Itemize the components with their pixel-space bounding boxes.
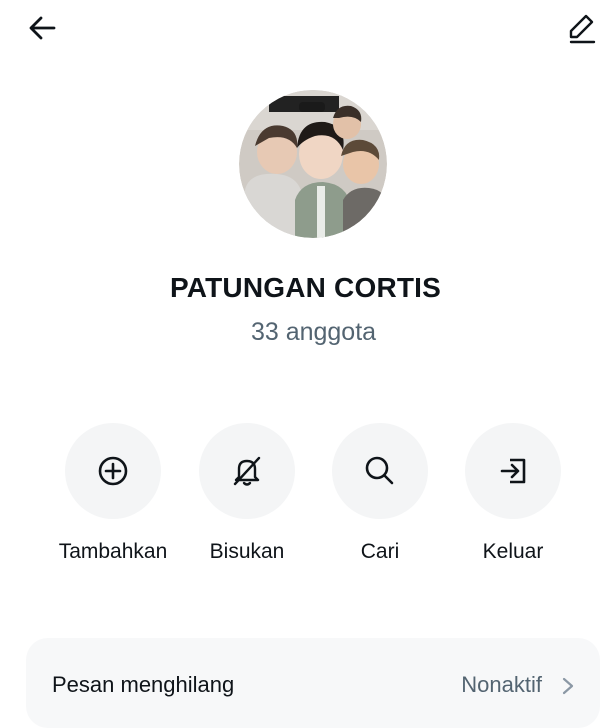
group-avatar[interactable] <box>239 90 387 238</box>
leave-button[interactable]: Keluar <box>443 420 583 570</box>
search-button[interactable]: Cari <box>310 420 450 570</box>
disappearing-messages-label: Pesan menghilang <box>52 672 235 697</box>
leave-button-label: Keluar <box>482 540 544 563</box>
pencil-edit-icon <box>569 14 596 44</box>
top-bar <box>0 0 611 60</box>
add-button[interactable]: Tambahkan <box>43 420 183 570</box>
disappearing-messages-row[interactable]: Pesan menghilang Nonaktif <box>26 638 600 728</box>
mute-button[interactable]: Bisukan <box>177 420 317 570</box>
member-count[interactable]: 33 anggota <box>0 318 611 347</box>
bell-muted-icon <box>233 456 261 486</box>
back-button[interactable] <box>22 10 62 46</box>
exit-icon <box>500 458 526 484</box>
arrow-left-icon <box>29 16 56 40</box>
mute-button-label: Bisukan <box>209 540 285 563</box>
group-photo-avatar <box>239 90 387 238</box>
mute-button-circle[interactable] <box>199 423 295 519</box>
disappearing-messages-value: Nonaktif <box>461 672 542 697</box>
leave-button-circle[interactable] <box>465 423 561 519</box>
chevron-right-icon <box>562 677 574 695</box>
edit-button[interactable] <box>560 8 604 48</box>
action-row: Tambahkan Bisukan Cari Keluar <box>0 420 611 580</box>
search-icon <box>365 456 394 485</box>
group-name: PATUNGAN CORTIS <box>169 272 442 303</box>
add-circle-icon <box>98 456 128 486</box>
search-button-label: Cari <box>360 540 400 563</box>
add-button-label: Tambahkan <box>58 540 168 563</box>
add-button-circle[interactable] <box>65 423 161 519</box>
search-button-circle[interactable] <box>332 423 428 519</box>
